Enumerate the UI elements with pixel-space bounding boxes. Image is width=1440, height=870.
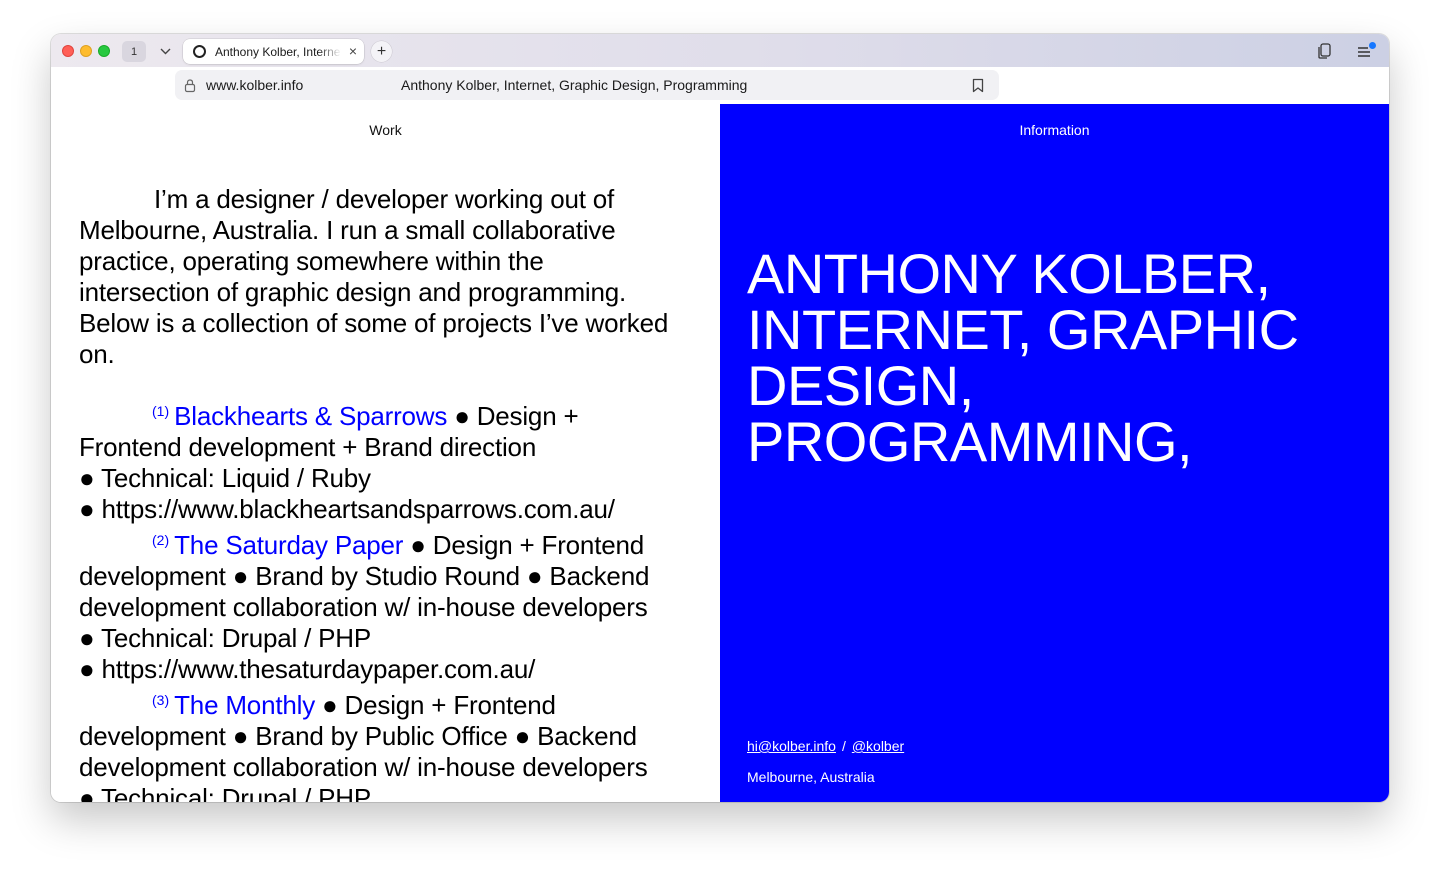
twitter-link[interactable]: @kolber bbox=[852, 738, 904, 754]
zoom-window-button[interactable] bbox=[98, 45, 110, 57]
tab-strip: 1 Anthony Kolber, Internet, Graphic Desi… bbox=[51, 34, 1389, 67]
site-headline: Anthony Kolber, Internet, Graphic Design… bbox=[747, 241, 1299, 473]
project-link[interactable]: The Monthly bbox=[174, 690, 315, 720]
page-viewport: Work I’m a designer / developer working … bbox=[51, 104, 1389, 802]
new-tab-button[interactable]: + bbox=[371, 41, 392, 62]
contact-links: hi@kolber.info / @kolber bbox=[747, 738, 904, 755]
url-text[interactable]: www.kolber.info bbox=[206, 77, 303, 94]
nav-work-link[interactable]: Work bbox=[51, 122, 720, 138]
project-technical: ● Technical: Drupal / PHP bbox=[79, 783, 372, 802]
notification-dot bbox=[1369, 42, 1376, 49]
minimize-window-button[interactable] bbox=[80, 45, 92, 57]
tab-title: Anthony Kolber, Internet, Graphic Design… bbox=[215, 45, 341, 59]
address-row: www.kolber.info Anthony Kolber, Internet… bbox=[51, 67, 1389, 105]
project-technical: ● Technical: Liquid / Ruby bbox=[79, 463, 371, 493]
omnibox-page-title: Anthony Kolber, Internet, Graphic Design… bbox=[401, 77, 748, 93]
project-item: (1) Blackhearts & Sparrows ● Design + Fro… bbox=[79, 396, 679, 525]
tab-list-button[interactable] bbox=[153, 41, 177, 62]
contact-separator: / bbox=[841, 738, 846, 754]
tab-close-icon[interactable]: × bbox=[349, 43, 357, 59]
work-column: Work I’m a designer / developer working … bbox=[51, 104, 720, 802]
project-number: (2) bbox=[152, 532, 170, 548]
active-tab[interactable]: Anthony Kolber, Internet, Graphic Design… bbox=[183, 39, 364, 64]
tab-count-button[interactable]: 1 bbox=[122, 41, 146, 62]
location-text: Melbourne, Australia bbox=[747, 769, 875, 785]
project-technical: ● Technical: Drupal / PHP bbox=[79, 623, 372, 653]
intro-paragraph: I’m a designer / developer working out o… bbox=[79, 184, 669, 369]
browser-window: 1 Anthony Kolber, Internet, Graphic Desi… bbox=[51, 34, 1389, 802]
close-window-button[interactable] bbox=[62, 45, 74, 57]
nav-information-link[interactable]: Information bbox=[720, 122, 1389, 138]
project-url: ● https://www.thesaturdaypaper.com.au/ bbox=[79, 654, 536, 684]
menu-button[interactable] bbox=[1356, 42, 1376, 60]
site-favicon-icon bbox=[193, 45, 206, 58]
project-number: (3) bbox=[152, 692, 170, 708]
project-link[interactable]: The Saturday Paper bbox=[174, 530, 403, 560]
project-list: (1) Blackhearts & Sparrows ● Design + Fro… bbox=[79, 396, 679, 802]
project-item: (3) The Monthly ● Design + Frontend devel… bbox=[79, 685, 679, 802]
email-link[interactable]: hi@kolber.info bbox=[747, 738, 836, 754]
bookmark-icon[interactable] bbox=[972, 78, 984, 93]
lock-icon bbox=[184, 79, 196, 93]
project-url: ● https://www.blackheartsandsparrows.com… bbox=[79, 494, 615, 524]
information-column: Information Anthony Kolber, Internet, Gr… bbox=[720, 104, 1389, 802]
project-number: (1) bbox=[152, 403, 170, 419]
address-bar[interactable]: www.kolber.info Anthony Kolber, Internet… bbox=[175, 70, 999, 100]
project-link[interactable]: Blackhearts & Sparrows bbox=[174, 401, 447, 431]
project-item: (2) The Saturday Paper ● Design + Fronten… bbox=[79, 525, 679, 685]
chevron-down-icon bbox=[160, 48, 170, 55]
tabs-sidebar-icon[interactable] bbox=[1316, 42, 1334, 60]
